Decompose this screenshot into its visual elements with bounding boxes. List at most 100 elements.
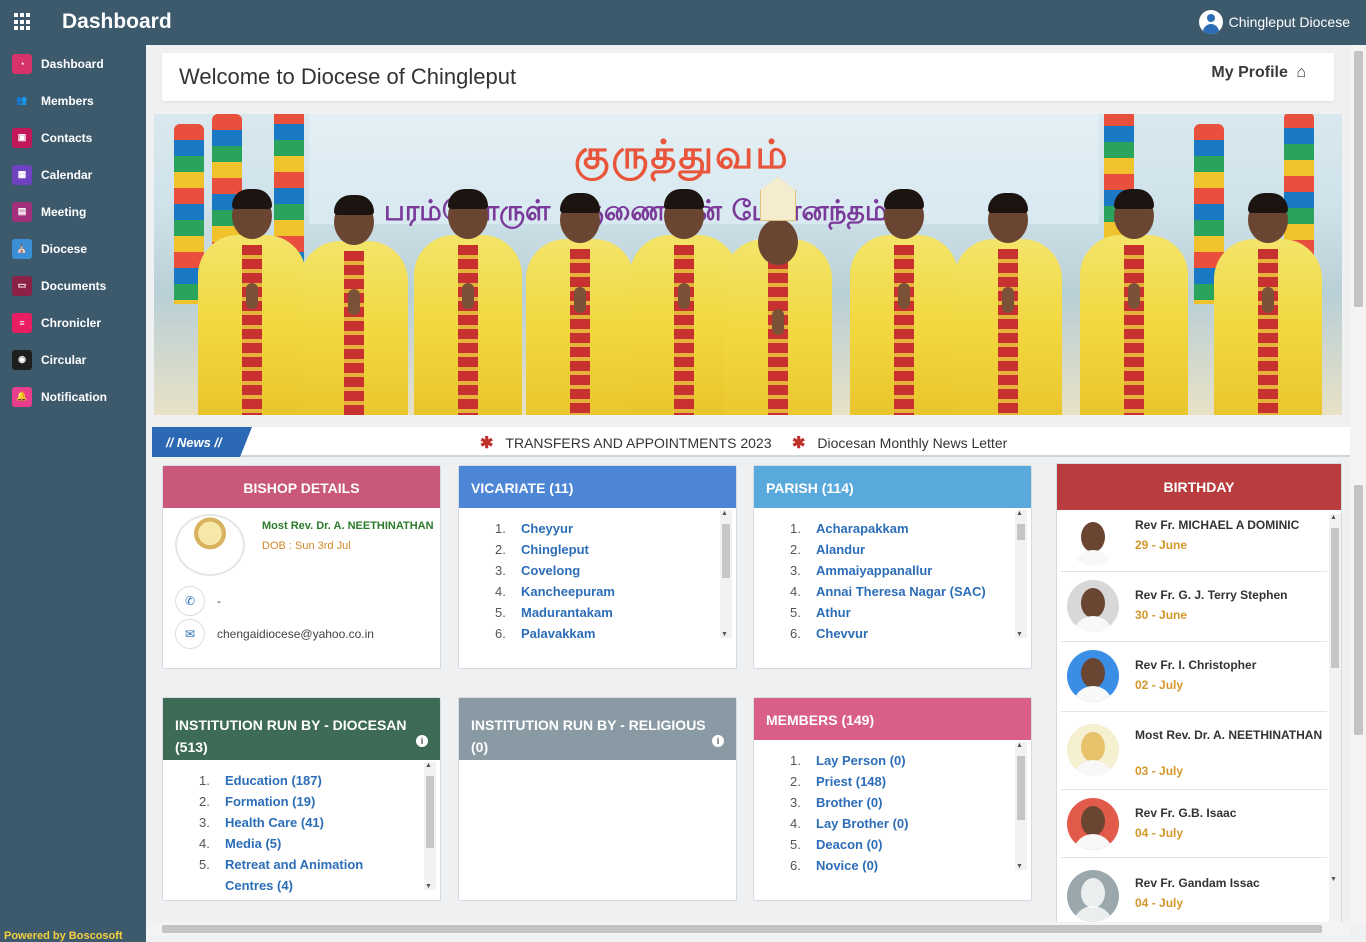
list-item[interactable]: 2. Formation (19) <box>199 791 440 812</box>
list-item[interactable]: 5. Retreat and Animation <box>199 854 440 875</box>
sidebar-item-members[interactable]: 👥 Members <box>0 82 146 119</box>
list-item[interactable]: 2. Priest (148) <box>790 771 1031 792</box>
avatar <box>1067 870 1119 922</box>
birthday-scrollbar[interactable]: ▲ ▼ <box>1329 514 1341 932</box>
birthday-row[interactable]: Rev Fr. MICHAEL A DOMINIC 29 - June <box>1061 510 1327 572</box>
scroll-thumb[interactable] <box>1331 528 1339 668</box>
card-header[interactable]: VICARIATE (11) <box>459 466 736 508</box>
scroll-down-icon[interactable]: ▼ <box>425 883 432 890</box>
scroll-thumb[interactable] <box>162 925 1322 933</box>
sidebar-item-contacts[interactable]: ▣ Contacts <box>0 119 146 156</box>
list-scrollbar[interactable]: ▲ ▼ <box>1015 510 1027 638</box>
list-item[interactable]: 6. Palavakkam <box>495 623 736 644</box>
sidebar-item-calendar[interactable]: ▦ Calendar <box>0 156 146 193</box>
scroll-up-icon[interactable]: ▲ <box>721 510 728 517</box>
scroll-up-icon[interactable]: ▲ <box>1016 510 1023 517</box>
parish-card: PARISH (114) 1. Acharapakkam 2. Alandur 3.… <box>753 465 1032 669</box>
card-header[interactable]: PARISH (114) <box>754 466 1031 508</box>
scroll-thumb[interactable] <box>1017 524 1025 540</box>
birthday-row[interactable]: Rev Fr. G.B. Isaac 04 - July <box>1061 790 1327 858</box>
priest-figure <box>198 183 306 415</box>
powered-by[interactable]: Powered by Boscosoft <box>4 930 123 942</box>
list-item[interactable]: 4. Lay Brother (0) <box>790 813 1031 834</box>
users-icon: 👥 <box>12 90 32 111</box>
list-item[interactable]: 2. Chingleput <box>495 539 736 560</box>
info-icon[interactable]: i <box>416 735 428 747</box>
members-card: MEMBERS (149) 1. Lay Person (0) 2. Priest … <box>753 697 1032 901</box>
list-item[interactable]: 3. Health Care (41) <box>199 812 440 833</box>
birthday-row[interactable]: Most Rev. Dr. A. NEETHINATHAN 03 - July <box>1061 712 1327 790</box>
scroll-down-icon[interactable]: ▼ <box>1016 631 1023 638</box>
list-scrollbar[interactable]: ▲ ▼ <box>424 762 436 890</box>
user-menu[interactable]: Chingleput Diocese <box>1198 10 1350 34</box>
sidebar-item-label: Diocese <box>41 241 88 256</box>
list-item[interactable]: 5. Deacon (0) <box>790 834 1031 855</box>
news-item[interactable]: ✱ TRANSFERS AND APPOINTMENTS 2023 <box>480 433 771 453</box>
list-item[interactable]: 3. Covelong <box>495 560 736 581</box>
sidebar-item-diocese[interactable]: ⛪ Diocese <box>0 230 146 267</box>
scroll-down-icon[interactable]: ▼ <box>1330 876 1337 883</box>
priest-figure <box>526 187 634 415</box>
sidebar-item-label: Circular <box>41 352 87 367</box>
scroll-up-icon[interactable]: ▲ <box>1016 742 1023 749</box>
institution-list: 1. Education (187) 2. Formation (19) 3. Hea… <box>163 760 440 896</box>
grid-icon[interactable] <box>14 13 32 31</box>
my-profile-link[interactable]: My Profile ⌂ <box>1211 64 1306 82</box>
card-header[interactable]: INSTITUTION RUN BY - DIOCESAN (513) <box>163 698 440 760</box>
list-item[interactable]: Centres (4) <box>199 875 440 896</box>
list-item[interactable]: 6. Novice (0) <box>790 855 1031 876</box>
list-item[interactable]: 5. Madurantakam <box>495 602 736 623</box>
list-item[interactable]: 6. Chevvur <box>790 623 1031 644</box>
news-item-text: TRANSFERS AND APPOINTMENTS 2023 <box>505 435 772 451</box>
birthday-row[interactable]: Rev Fr. G. J. Terry Stephen 30 - June <box>1061 572 1327 642</box>
sidebar-item-circular[interactable]: ◉ Circular <box>0 341 146 378</box>
card-header: BISHOP DETAILS <box>163 466 440 508</box>
asterisk-icon: ✱ <box>792 435 806 452</box>
card-header[interactable]: MEMBERS (149) <box>754 698 1031 740</box>
list-item[interactable]: 1. Lay Person (0) <box>790 750 1031 771</box>
scroll-thumb[interactable] <box>1354 51 1363 307</box>
sidebar-item-meeting[interactable]: ▤ Meeting <box>0 193 146 230</box>
list-item[interactable]: 4. Media (5) <box>199 833 440 854</box>
birthday-row[interactable]: Rev Fr. I. Christopher 02 - July <box>1061 642 1327 712</box>
birthday-name: Rev Fr. MICHAEL A DOMINIC <box>1135 518 1300 532</box>
members-list: 1. Lay Person (0) 2. Priest (148) 3. Brothe… <box>754 740 1031 876</box>
card-header[interactable]: INSTITUTION RUN BY - RELIGIOUS (0) <box>459 698 736 760</box>
bishop-figure <box>724 177 832 415</box>
list-scrollbar[interactable]: ▲ ▼ <box>720 510 732 638</box>
list-scrollbar[interactable]: ▲ ▼ <box>1015 742 1027 870</box>
page-vertical-scrollbar[interactable] <box>1350 45 1366 925</box>
scroll-thumb[interactable] <box>426 776 434 848</box>
scroll-down-icon[interactable]: ▼ <box>1016 863 1023 870</box>
scroll-thumb[interactable] <box>1017 756 1025 820</box>
priest-figure <box>850 183 958 415</box>
news-item[interactable]: ✱ Diocesan Monthly News Letter <box>792 433 1007 453</box>
list-item[interactable]: 4. Annai Theresa Nagar (SAC) <box>790 581 1031 602</box>
sidebar-item-chronicler[interactable]: ≡ Chronicler <box>0 304 146 341</box>
list-item[interactable]: 1. Acharapakkam <box>790 518 1031 539</box>
list-item[interactable]: 1. Cheyyur <box>495 518 736 539</box>
page-horizontal-scrollbar[interactable] <box>146 922 1350 936</box>
scroll-thumb[interactable] <box>722 524 730 578</box>
scroll-up-icon[interactable]: ▲ <box>425 762 432 769</box>
sidebar-item-notification[interactable]: 🔔 Notification <box>0 378 146 415</box>
list-item[interactable]: 4. Kancheepuram <box>495 581 736 602</box>
scroll-thumb[interactable] <box>1354 485 1363 735</box>
priest-figure <box>954 187 1062 415</box>
list-item[interactable]: 1. Education (187) <box>199 770 440 791</box>
list-item[interactable]: 3. Brother (0) <box>790 792 1031 813</box>
sidebar-item-documents[interactable]: ▭ Documents <box>0 267 146 304</box>
sidebar-item-label: Dashboard <box>41 56 104 71</box>
scroll-up-icon[interactable]: ▲ <box>1330 514 1337 521</box>
card-title: INSTITUTION RUN BY - DIOCESAN <box>175 717 407 733</box>
list-item[interactable]: 5. Athur <box>790 602 1031 623</box>
info-icon[interactable]: i <box>712 735 724 747</box>
sidebar-item-dashboard[interactable]: ◔ Dashboard <box>0 45 146 82</box>
bishop-email[interactable]: chengaidiocese@yahoo.co.in <box>217 627 374 641</box>
user-name: Chingleput Diocese <box>1228 14 1350 30</box>
scroll-down-icon[interactable]: ▼ <box>721 631 728 638</box>
meeting-icon: ▤ <box>12 201 32 222</box>
list-item[interactable]: 3. Ammaiyappanallur <box>790 560 1031 581</box>
list-item[interactable]: 2. Alandur <box>790 539 1031 560</box>
envelope-icon: ✉ <box>175 619 205 649</box>
